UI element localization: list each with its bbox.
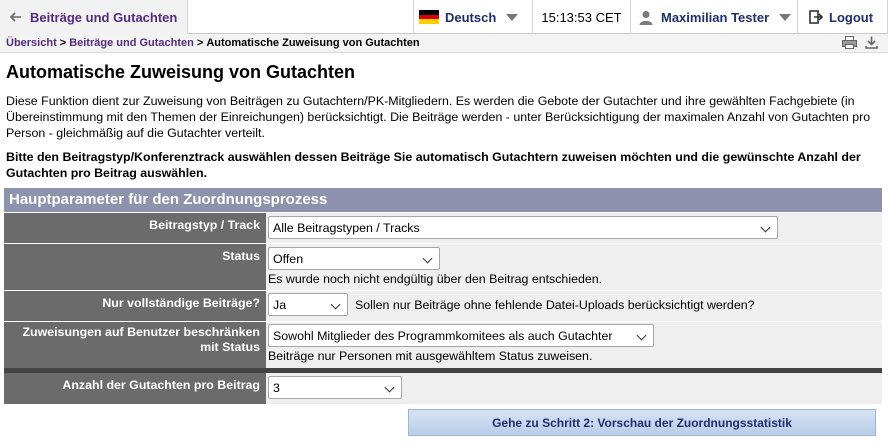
track-select-value: Alle Beitragstypen / Tracks xyxy=(273,220,420,235)
status-label: Status xyxy=(4,244,266,290)
complete-hint: Sollen nur Beiträge ohne fehlende Datei-… xyxy=(355,298,755,312)
count-label: Anzahl der Gutachten pro Beitrag xyxy=(4,373,266,404)
logout-button[interactable]: Logout xyxy=(798,0,888,34)
chevron-down-icon xyxy=(422,253,433,264)
count-value-cell: 3 xyxy=(266,373,882,404)
restrict-label: Zuweisungen auf Benutzer beschränken mit… xyxy=(4,322,266,368)
back-link-label: Beiträge und Gutachten xyxy=(30,9,178,25)
chevron-down-icon xyxy=(760,222,771,233)
breadcrumb-overview[interactable]: Übersicht xyxy=(6,37,57,49)
complete-label: Nur vollständige Beiträge? xyxy=(4,291,266,321)
breadcrumb-submissions[interactable]: Beiträge und Gutachten xyxy=(69,37,194,49)
back-arrow-icon xyxy=(10,12,21,22)
breadcrumb-separator: > xyxy=(196,37,204,49)
chevron-down-icon xyxy=(779,13,792,21)
track-select[interactable]: Alle Beitragstypen / Tracks xyxy=(268,216,778,239)
complete-select-value: Ja xyxy=(273,297,287,312)
count-select[interactable]: 3 xyxy=(268,376,402,399)
clock-time: 15:13:53 xyxy=(541,9,592,25)
status-row: Status Offen Es wurde noch nicht endgült… xyxy=(4,244,882,290)
breadcrumb-current: Automatische Zuweisung von Gutachten xyxy=(206,37,420,49)
track-label: Beitragstyp / Track xyxy=(4,213,266,243)
german-flag-icon xyxy=(419,10,439,25)
next-step-button[interactable]: Gehe zu Schritt 2: Vorschau der Zuordnun… xyxy=(408,409,876,436)
count-row: Anzahl der Gutachten pro Beitrag 3 xyxy=(4,373,882,404)
page-title: Automatische Zuweisung von Gutachten xyxy=(6,62,356,82)
restrict-select[interactable]: Sowohl Mitglieder des Programmkomitees a… xyxy=(268,324,654,347)
restrict-hint: Beiträge nur Personen mit ausgewähltem S… xyxy=(268,349,593,363)
chevron-down-icon xyxy=(330,299,341,310)
page-tools xyxy=(842,36,878,49)
breadcrumb: Übersicht > Beiträge und Gutachten > Aut… xyxy=(0,34,888,53)
status-select-value: Offen xyxy=(273,251,304,266)
instruction-text: Bitte den Beitragstyp/Konferenztrack aus… xyxy=(6,150,861,180)
print-icon[interactable] xyxy=(842,36,857,49)
complete-row: Nur vollständige Beiträge? Ja Sollen nur… xyxy=(4,291,882,321)
status-hint: Es wurde noch nicht endgültig über den B… xyxy=(268,272,603,286)
intro-text: Diese Funktion dient zur Zuweisung von B… xyxy=(6,94,871,140)
top-bar: Beiträge und Gutachten Deutsch 15:13:53 … xyxy=(0,0,888,34)
chevron-down-icon xyxy=(506,13,519,21)
user-icon xyxy=(639,10,653,25)
logout-icon xyxy=(809,10,823,24)
back-link[interactable]: Beiträge und Gutachten xyxy=(0,0,188,34)
status-value-cell: Offen Es wurde noch nicht endgültig über… xyxy=(266,244,882,290)
count-select-value: 3 xyxy=(273,380,280,395)
chevron-down-icon xyxy=(384,382,395,393)
clock-timezone: CET xyxy=(595,9,622,25)
complete-select[interactable]: Ja xyxy=(268,293,348,316)
restrict-select-value: Sowohl Mitglieder des Programmkomitees a… xyxy=(273,328,613,343)
language-selector[interactable]: Deutsch xyxy=(414,0,533,34)
user-menu[interactable]: Maximilian Tester xyxy=(631,0,798,34)
status-select[interactable]: Offen xyxy=(268,247,440,270)
topbar-spacer xyxy=(188,0,414,34)
track-row: Beitragstyp / Track Alle Beitragstypen /… xyxy=(4,213,882,243)
clock: 15:13:53 CET xyxy=(533,0,631,34)
breadcrumb-separator: > xyxy=(59,37,67,49)
section-header: Hauptparameter für den Zuordnungsprozess xyxy=(4,188,882,212)
restrict-row: Zuweisungen auf Benutzer beschränken mit… xyxy=(4,322,882,368)
restrict-value-cell: Sowohl Mitglieder des Programmkomitees a… xyxy=(266,322,882,368)
download-icon[interactable] xyxy=(865,36,878,49)
logout-label: Logout xyxy=(829,9,874,25)
track-value-cell: Alle Beitragstypen / Tracks xyxy=(266,213,882,243)
user-name: Maximilian Tester xyxy=(661,9,770,25)
complete-value-cell: Ja Sollen nur Beiträge ohne fehlende Dat… xyxy=(266,291,882,321)
chevron-down-icon xyxy=(636,330,647,341)
language-label: Deutsch xyxy=(445,9,497,25)
